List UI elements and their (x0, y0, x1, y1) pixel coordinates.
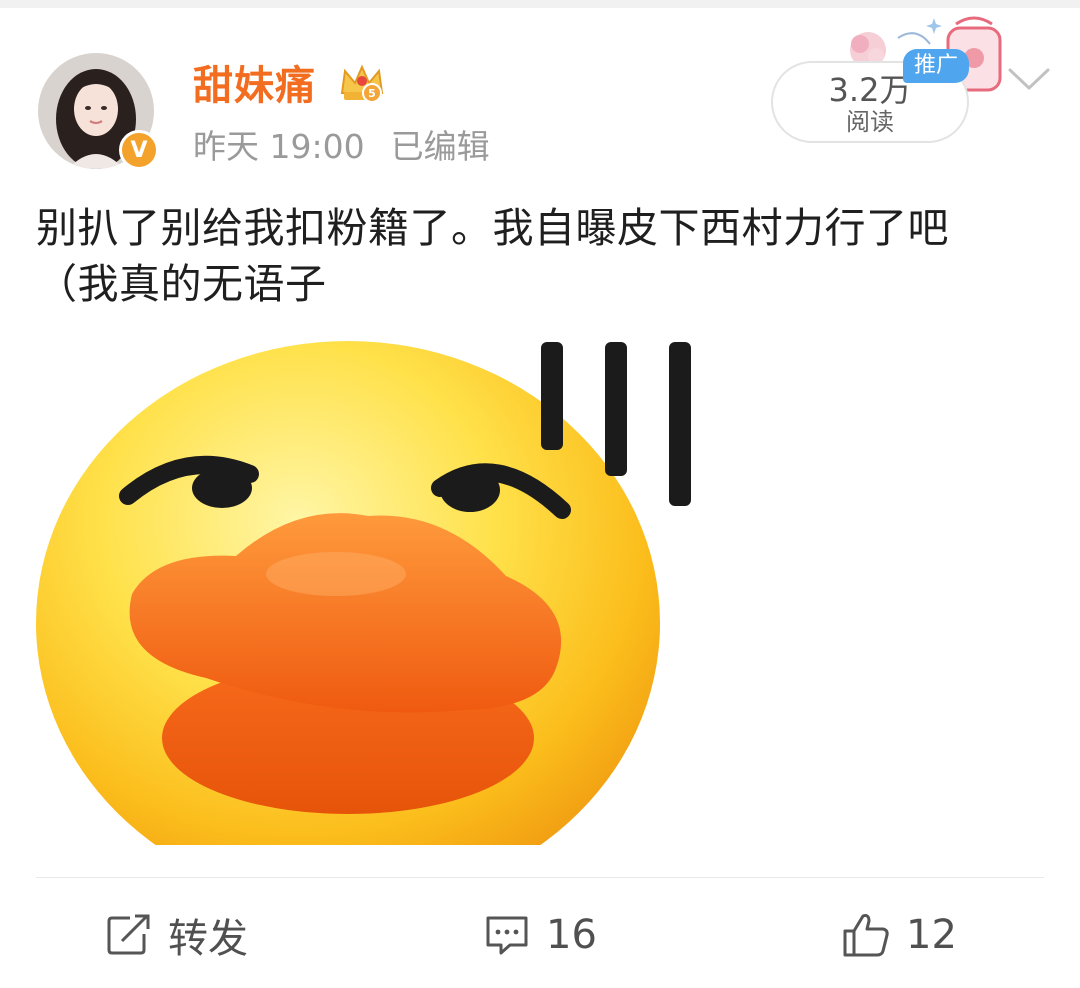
post-text-line-2: （我真的无语子 (36, 260, 327, 308)
repost-icon (107, 914, 150, 955)
level-number: 5 (368, 87, 376, 100)
promote-badge[interactable]: 推广 (903, 49, 969, 83)
username[interactable]: 甜妹痛 (193, 60, 316, 112)
chevron-down-icon[interactable] (1006, 64, 1052, 94)
post-image[interactable] (36, 338, 714, 845)
like-count: 12 (906, 912, 957, 958)
read-label: 阅读 (846, 108, 894, 136)
repost-label: 转发 (168, 916, 248, 962)
top-edge (0, 0, 1080, 8)
post-meta: 昨天 19:00 已编辑 (193, 124, 490, 170)
verified-badge-icon: V (119, 130, 159, 170)
edited-label[interactable]: 已编辑 (391, 127, 490, 166)
post-time: 昨天 19:00 (193, 127, 365, 166)
post-text-line-1: 别扒了别给我扣粉籍了。我自曝皮下西村力行了吧 (36, 204, 949, 252)
repost-button[interactable]: 转发 (106, 905, 248, 965)
comment-count: 16 (546, 912, 597, 958)
divider (36, 877, 1044, 878)
thumbs-up-icon (843, 914, 889, 957)
post-text: 别扒了别给我扣粉籍了。我自曝皮下西村力行了吧 （我真的无语子 (36, 200, 1046, 312)
like-button[interactable]: 12 (842, 905, 957, 965)
comment-button[interactable]: 16 (484, 905, 597, 965)
crown-level-icon: 5 (340, 64, 384, 103)
comment-icon (486, 916, 528, 955)
